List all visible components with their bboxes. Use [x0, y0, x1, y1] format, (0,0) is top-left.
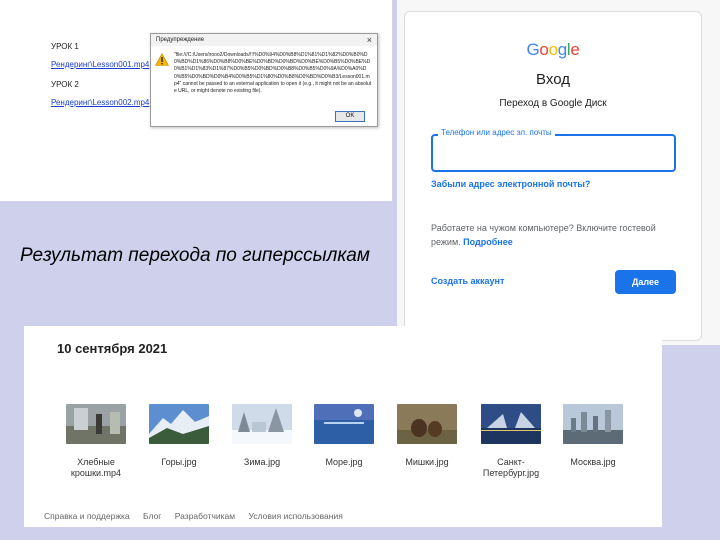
google-logo-letter: G	[526, 40, 540, 59]
file-name: Москва.jpg	[570, 457, 616, 467]
file-name: Зима.jpg	[243, 457, 281, 467]
dialog-message: "file:///C:/Users/irooo2/Downloads/!!!%D…	[174, 52, 372, 95]
google-signin-card: Google Вход Переход в Google Диск Телефо…	[404, 11, 702, 341]
dialog-body: "file:///C:/Users/irooo2/Downloads/!!!%D…	[151, 46, 377, 126]
file-name: Хлебные крошки.mp4	[70, 457, 122, 478]
ok-button[interactable]: OK	[335, 111, 365, 122]
file-thumbnail	[314, 404, 374, 444]
google-logo-letter: o	[548, 40, 558, 59]
file-name: Горы.jpg	[161, 457, 197, 467]
file-gallery-panel: 10 сентября 2021 Хлебные крошки.mp4 Горы…	[24, 326, 662, 527]
lesson2-heading: УРОК 2	[51, 80, 79, 89]
footer-link[interactable]: Условия использования	[248, 511, 342, 521]
footer-links: Справка и поддержка Блог Разработчикам У…	[44, 511, 354, 521]
more-link[interactable]: Подробнее	[463, 237, 513, 247]
email-field-label: Телефон или адрес эл. почты	[438, 128, 555, 137]
footer-link[interactable]: Справка и поддержка	[44, 511, 130, 521]
file-item[interactable]: Море.jpg	[309, 404, 379, 468]
file-name: Море.jpg	[325, 457, 363, 467]
file-name: Мишки.jpg	[405, 457, 449, 467]
google-logo-letter: e	[570, 40, 580, 59]
lesson1-link[interactable]: Рендеринг\Lesson001.mp4	[51, 60, 149, 69]
file-thumbnail	[397, 404, 457, 444]
file-thumbnail	[66, 404, 126, 444]
lesson2-link[interactable]: Рендеринг\Lesson002.mp4	[51, 98, 149, 107]
google-logo-letter: g	[557, 40, 567, 59]
google-logo: Google	[405, 40, 701, 60]
file-thumbnail	[481, 404, 541, 444]
file-item[interactable]: Зима.jpg	[227, 404, 297, 468]
next-button[interactable]: Далее	[615, 270, 676, 294]
file-thumbnail	[563, 404, 623, 444]
file-item[interactable]: Хлебные крошки.mp4	[61, 404, 131, 479]
forgot-email-link[interactable]: Забыли адрес электронной почты?	[431, 179, 590, 189]
google-logo-letter: o	[539, 40, 549, 59]
warning-icon	[155, 53, 169, 66]
email-field[interactable]	[431, 134, 676, 172]
lesson1-heading: УРОК 1	[51, 42, 79, 51]
close-icon[interactable]: ×	[367, 35, 372, 45]
file-name: Санкт-Петербург.jpg	[482, 457, 540, 478]
create-account-link[interactable]: Создать аккаунт	[431, 276, 504, 286]
dialog-title: Предупреждение	[156, 37, 205, 43]
guest-mode-text: Работаете на чужом компьютере? Включите …	[431, 221, 681, 249]
signin-title: Вход	[536, 71, 570, 88]
date-heading: 10 сентября 2021	[57, 341, 168, 356]
file-thumbnail	[232, 404, 292, 444]
file-item[interactable]: Мишки.jpg	[392, 404, 462, 468]
footer-link[interactable]: Разработчикам	[175, 511, 235, 521]
file-thumbnail	[149, 404, 209, 444]
warning-dialog: Предупреждение × "file:///C:/Users/irooo…	[150, 33, 378, 127]
slide-caption: Результат перехода по гиперссылкам	[20, 245, 370, 266]
file-item[interactable]: Москва.jpg	[558, 404, 628, 468]
explorer-panel: УРОК 1 Рендеринг\Lesson001.mp4 УРОК 2 Ре…	[0, 0, 392, 201]
file-item[interactable]: Санкт-Петербург.jpg	[476, 404, 546, 479]
signin-subtitle: Переход в Google Диск	[499, 98, 607, 109]
footer-link[interactable]: Блог	[143, 511, 161, 521]
file-item[interactable]: Горы.jpg	[144, 404, 214, 468]
